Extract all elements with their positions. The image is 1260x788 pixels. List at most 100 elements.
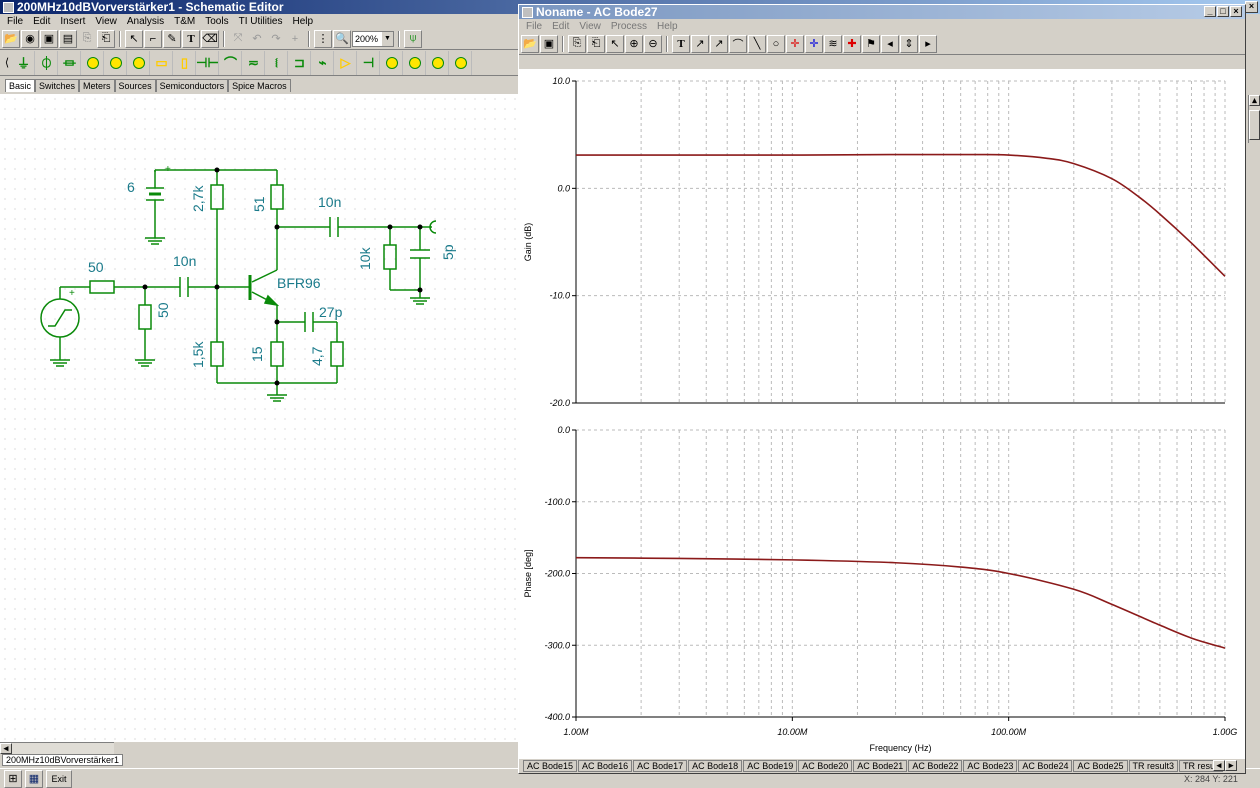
voltmeter-icon[interactable] — [82, 50, 104, 75]
result-tab-3[interactable]: AC Bode18 — [688, 760, 743, 772]
component-tab-4[interactable]: Semiconductors — [155, 79, 229, 92]
probe-icon[interactable]: ⍦ — [404, 29, 422, 48]
bode-save-icon[interactable]: ▣ — [540, 34, 558, 53]
curve-tool-icon[interactable]: ⌒ — [729, 34, 747, 53]
pointer-icon[interactable]: ↖ — [125, 29, 143, 48]
battery-icon[interactable]: ⏀ — [36, 50, 58, 75]
minimize-button[interactable]: _ — [1204, 6, 1216, 17]
nav-left-icon[interactable]: ◂ — [881, 34, 899, 53]
nav-right-icon[interactable]: ▸ — [919, 34, 937, 53]
cursor-b-icon[interactable]: ✛ — [805, 34, 823, 53]
open-icon[interactable]: 📂 — [2, 29, 20, 48]
maximize-button[interactable]: □ — [1217, 6, 1229, 17]
scroll-up-icon[interactable]: ▴ — [1249, 95, 1260, 106]
scroll-left-arrow-icon[interactable]: ◂ — [0, 743, 12, 754]
result-tab-0[interactable]: AC Bode15 — [523, 760, 578, 772]
ground3-icon[interactable]: ⊣ — [358, 50, 380, 75]
capacitor-icon[interactable]: ⊣⊢ — [196, 50, 219, 75]
menu-item-5[interactable]: T&M — [172, 16, 197, 27]
result-tab-9[interactable]: AC Bode24 — [1018, 760, 1073, 772]
exit-button[interactable]: Exit — [46, 769, 72, 788]
bode-open-icon[interactable]: 📂 — [521, 34, 539, 53]
source2-icon[interactable] — [404, 50, 426, 75]
mirror-icon[interactable]: ⤧ — [229, 29, 247, 48]
result-tab-11[interactable]: TR result3 — [1128, 760, 1179, 772]
paste-icon[interactable]: ⎗ — [97, 29, 115, 48]
menu-item-7[interactable]: TI Utilities — [237, 16, 285, 27]
bode-menu-item-2[interactable]: View — [577, 21, 603, 32]
bode-plot-area[interactable]: 10.0 0.0 -10.0 -20.0 Gain (dB) 0.0 -100.0 -200.… — [519, 69, 1245, 759]
diode-icon[interactable]: ▷ — [335, 50, 357, 75]
folder-icon[interactable]: ▤ — [59, 29, 77, 48]
switch-icon[interactable]: ⊐ — [289, 50, 311, 75]
zoom-in-icon[interactable]: ⊕ — [625, 34, 643, 53]
zoom-select[interactable]: 200% ▼ — [352, 30, 394, 47]
resistor-icon[interactable]: ▭ — [151, 50, 173, 75]
plus-icon[interactable]: + — [286, 29, 304, 48]
pot-icon[interactable]: ▯ — [174, 50, 196, 75]
line-tool-icon[interactable]: ╲ — [748, 34, 766, 53]
source4-icon[interactable] — [450, 50, 472, 75]
menu-item-1[interactable]: Edit — [31, 16, 52, 27]
menu-item-0[interactable]: File — [5, 16, 25, 27]
ground2-icon[interactable]: ⏛ — [59, 50, 81, 75]
rotate-right-icon[interactable]: ↷ — [267, 29, 285, 48]
component-tab-0[interactable]: Basic — [5, 79, 36, 92]
result-tab-2[interactable]: AC Bode17 — [633, 760, 688, 772]
scroll-left-icon[interactable]: ⟨ — [2, 53, 12, 72]
bode-menu-item-0[interactable]: File — [524, 21, 544, 32]
arrow-tool-icon[interactable]: ↗ — [691, 34, 709, 53]
coil-icon[interactable]: ≂ — [243, 50, 265, 75]
text-icon[interactable]: T — [182, 29, 200, 48]
bode-text-icon[interactable]: T — [672, 34, 690, 53]
rotate-left-icon[interactable]: ↶ — [248, 29, 266, 48]
component-tab-1[interactable]: Switches — [35, 79, 80, 92]
menu-item-3[interactable]: View — [93, 16, 119, 27]
inductor-icon[interactable]: ⌒ — [220, 50, 242, 75]
schematic-mode-icon[interactable]: ⊞ — [4, 769, 22, 788]
fuse-icon[interactable]: ⌁ — [312, 50, 334, 75]
wire-icon[interactable]: ⌐ — [144, 29, 162, 48]
bode-pointer-icon[interactable]: ↖ — [606, 34, 624, 53]
result-tab-5[interactable]: AC Bode20 — [798, 760, 853, 772]
schematic-canvas[interactable]: + + 6 2,7k 51 10n 10k 5p 50 10n BFR96 50 … — [0, 94, 518, 742]
menu-item-4[interactable]: Analysis — [125, 16, 166, 27]
menu-item-6[interactable]: Tools — [203, 16, 230, 27]
diagram-mode-icon[interactable]: ▦ — [25, 769, 43, 788]
tab-scroll-left-icon[interactable]: ◂ — [1213, 760, 1225, 771]
bode-menu-item-4[interactable]: Help — [655, 21, 680, 32]
bode-menu-item-3[interactable]: Process — [609, 21, 649, 32]
zoom-icon[interactable]: 🔍 — [333, 29, 351, 48]
ammeter-icon[interactable] — [105, 50, 127, 75]
source3-icon[interactable] — [427, 50, 449, 75]
copy-icon[interactable]: ⎘ — [78, 29, 96, 48]
close-button[interactable]: × — [1230, 6, 1242, 17]
zoom-out-icon[interactable]: ⊖ — [644, 34, 662, 53]
flag-icon[interactable]: ⚑ — [862, 34, 880, 53]
schematic-close-button[interactable]: × — [1245, 1, 1258, 13]
grid-icon[interactable]: ⋮ — [314, 29, 332, 48]
source-icon[interactable] — [381, 50, 403, 75]
circle-tool-icon[interactable]: ○ — [767, 34, 785, 53]
result-tab-8[interactable]: AC Bode23 — [963, 760, 1018, 772]
bode-menu-item-1[interactable]: Edit — [550, 21, 571, 32]
wattmeter-icon[interactable] — [128, 50, 150, 75]
menu-item-2[interactable]: Insert — [58, 16, 87, 27]
bode-titlebar[interactable]: Noname - AC Bode27 — [519, 5, 1245, 19]
document-tab[interactable]: 200MHz10dBVorverstärker1 — [2, 754, 124, 766]
bode-paste-icon[interactable]: ⎗ — [587, 34, 605, 53]
pencil-icon[interactable]: ✎ — [163, 29, 181, 48]
cursor-a-icon[interactable]: ✛ — [786, 34, 804, 53]
arrow-tool2-icon[interactable]: ↗ — [710, 34, 728, 53]
result-tab-7[interactable]: AC Bode22 — [908, 760, 963, 772]
result-tab-6[interactable]: AC Bode21 — [853, 760, 908, 772]
bode-copy-icon[interactable]: ⎘ — [568, 34, 586, 53]
component-tab-5[interactable]: Spice Macros — [228, 79, 291, 92]
transformer-icon[interactable]: ⧙ — [266, 50, 288, 75]
schematic-vscrollbar[interactable]: ▴ — [1248, 95, 1260, 143]
result-tab-4[interactable]: AC Bode19 — [743, 760, 798, 772]
erase-icon[interactable]: ⌫ — [201, 29, 219, 48]
nav-updown-icon[interactable]: ⇕ — [900, 34, 918, 53]
tab-scroll-right-icon[interactable]: ▸ — [1225, 760, 1237, 771]
result-tab-1[interactable]: AC Bode16 — [578, 760, 633, 772]
